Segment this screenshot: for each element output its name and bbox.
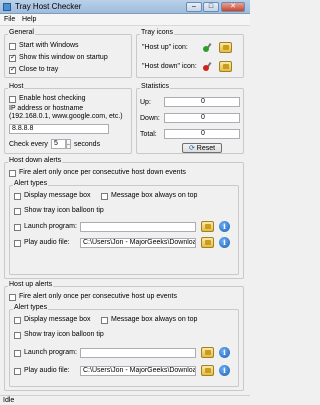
check-interval-input[interactable]: 5 [51,139,66,149]
check-every-label: Check every [9,141,48,148]
host-down-message-on-top-label: Message box always on top [111,192,198,199]
ip-address-input[interactable]: 8.8.8.8 [9,124,109,134]
host-down-launch-program-label: Launch program: [24,223,77,230]
host-down-fire-once-label: Fire alert only once per consecutive hos… [19,169,186,176]
app-icon [3,3,11,11]
refresh-icon: ⟳ [188,145,195,152]
general-group-label: General [8,29,35,36]
host-up-launch-program-label: Launch program: [24,349,77,356]
host-up-play-audio-label: Play audio file: [24,367,70,374]
minimize-button[interactable]: – [186,2,202,12]
title-bar: Tray Host Checker – □ ✕ [0,0,250,14]
close-to-tray-label: Close to tray [19,66,59,73]
menu-bar: File Help [0,14,250,26]
host-down-audio-browse-button[interactable] [201,237,214,248]
host-down-icon-browse-button[interactable] [219,61,232,72]
tray-icons-group-label: Tray icons [140,29,175,36]
host-up-launch-program-input[interactable] [80,348,196,358]
host-down-display-message-box-label: Display message box [24,192,91,199]
host-down-balloon-tip-checkbox[interactable] [14,208,21,215]
host-up-audio-browse-button[interactable] [201,365,214,376]
menu-help[interactable]: Help [22,16,36,23]
reset-button[interactable]: ⟳ Reset [182,143,222,153]
check-interval-spinner[interactable] [66,139,71,149]
stat-total-value: 0 [164,129,240,139]
stat-total-label: Total: [140,131,157,138]
maximize-button[interactable]: □ [203,2,219,12]
show-on-startup-checkbox[interactable] [9,53,16,62]
stat-up-label: Up: [140,99,151,106]
host-down-balloon-tip-label: Show tray icon balloon tip [24,207,104,214]
host-up-launch-program-checkbox[interactable] [14,350,21,357]
host-down-audio-info-icon[interactable]: i [219,237,230,248]
show-on-startup-label: Show this window on startup [19,54,108,61]
host-up-launch-info-icon[interactable]: i [219,347,230,358]
seconds-label: seconds [74,141,101,148]
host-group-label: Host [8,83,25,90]
host-down-alerts-label: Host down alerts [8,157,63,164]
close-button[interactable]: ✕ [221,2,245,12]
host-up-message-on-top-label: Message box always on top [111,316,198,323]
host-up-alerts-label: Host up alerts [8,281,54,288]
host-down-bulb-icon [202,61,213,72]
enable-host-checking-label: Enable host checking [19,95,86,102]
host-down-launch-program-input[interactable] [80,222,196,232]
host-up-balloon-tip-checkbox[interactable] [14,332,21,339]
host-down-display-message-box-checkbox[interactable] [14,193,21,200]
stat-down-value: 0 [164,113,240,123]
host-up-play-audio-checkbox[interactable] [14,368,21,375]
menu-file[interactable]: File [4,16,15,23]
host-up-display-message-box-label: Display message box [24,316,91,323]
host-down-launch-info-icon[interactable]: i [219,221,230,232]
host-up-display-message-box-checkbox[interactable] [14,317,21,324]
host-down-audio-file-input[interactable]: C:\Users\Jon - MajorGeeks\Download [80,238,196,248]
close-to-tray-checkbox[interactable] [9,65,16,74]
host-down-fire-once-checkbox[interactable] [9,170,16,177]
reset-button-label: Reset [196,145,216,152]
host-up-audio-file-input[interactable]: C:\Users\Jon - MajorGeeks\Download [80,366,196,376]
host-up-bulb-icon [202,42,213,53]
host-down-alert-types-label: Alert types [13,180,49,187]
host-up-launch-browse-button[interactable] [201,347,214,358]
stat-up-value: 0 [164,97,240,107]
host-down-play-audio-label: Play audio file: [24,239,70,246]
statistics-group-label: Statistics [140,83,171,90]
host-down-launch-program-checkbox[interactable] [14,224,21,231]
host-down-play-audio-checkbox[interactable] [14,240,21,247]
enable-host-checking-checkbox[interactable] [9,96,16,103]
host-up-alert-types-label: Alert types [13,304,49,311]
start-with-windows-checkbox[interactable] [9,43,16,50]
host-up-fire-once-checkbox[interactable] [9,294,16,301]
host-down-icon-label: "Host down" icon: [142,63,197,70]
host-up-audio-info-icon[interactable]: i [219,365,230,376]
stat-down-label: Down: [140,115,160,122]
start-with-windows-label: Start with Windows [19,42,79,49]
host-up-icon-label: "Host up" icon: [142,44,188,51]
host-up-balloon-tip-label: Show tray icon balloon tip [24,331,104,338]
host-up-icon-browse-button[interactable] [219,42,232,53]
host-down-message-on-top-checkbox[interactable] [101,193,108,200]
status-text: Idle [3,397,15,404]
host-up-message-on-top-checkbox[interactable] [101,317,108,324]
host-up-fire-once-label: Fire alert only once per consecutive hos… [19,293,177,300]
ip-hint-label: IP address or hostname (192.168.0.1, www… [9,105,123,120]
host-down-launch-browse-button[interactable] [201,221,214,232]
status-bar: Idle [0,395,250,405]
window-title: Tray Host Checker [15,2,82,11]
